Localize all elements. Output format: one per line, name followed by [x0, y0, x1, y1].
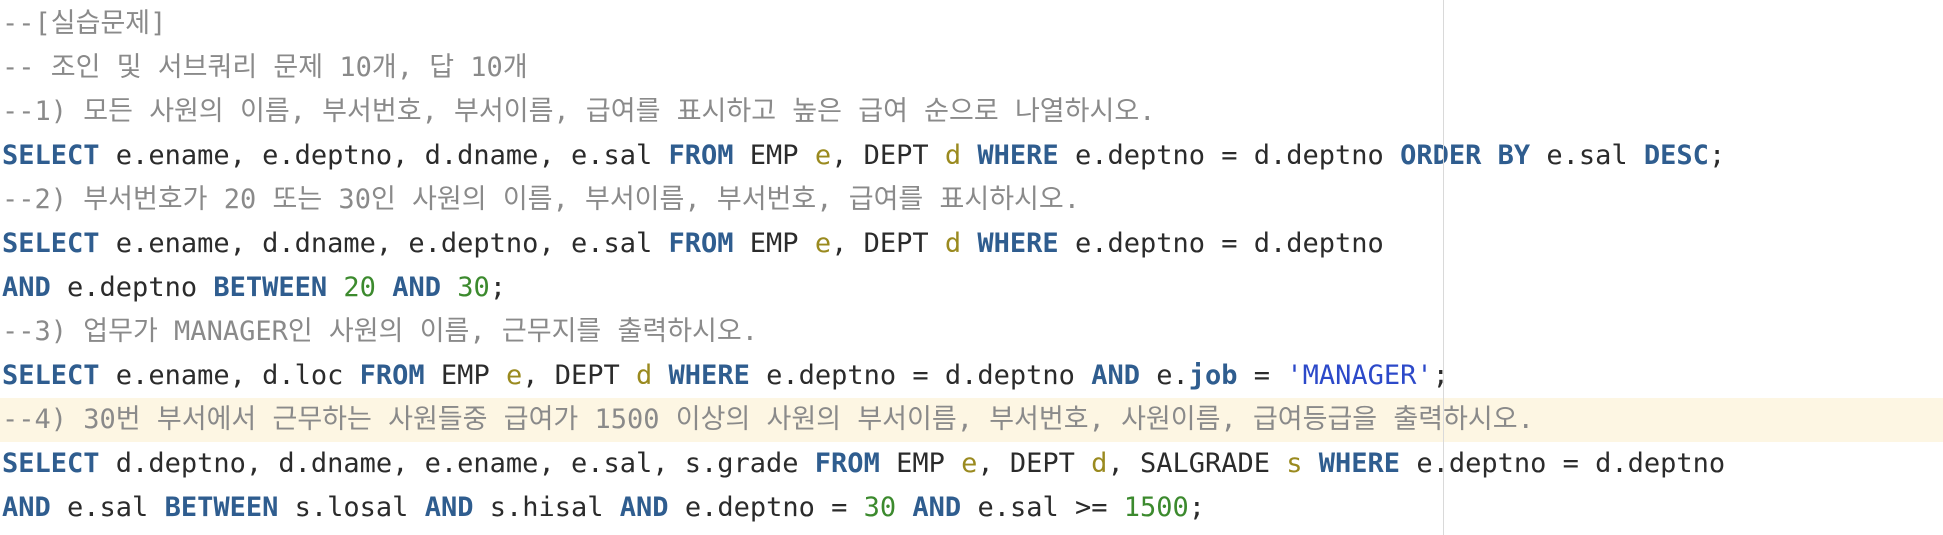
- code-text: e.ename, d.dname, e.deptno, e.sal: [99, 228, 669, 259]
- keyword: AND: [2, 492, 51, 523]
- keyword: AND: [619, 492, 669, 523]
- comment: --4) 30번 부서에서 근무하는 사원들중 급여가 1500 이상의 사원의…: [2, 404, 1534, 435]
- keyword: WHERE: [977, 228, 1059, 259]
- code-line[interactable]: --[실습문제]: [0, 2, 1943, 46]
- code-line[interactable]: AND e.deptno BETWEEN 20 AND 30;: [0, 266, 1943, 310]
- code-line[interactable]: SELECT d.deptno, d.dname, e.ename, e.sal…: [0, 442, 1943, 486]
- number-literal: 30: [457, 272, 490, 303]
- keyword: AND: [912, 492, 962, 523]
- code-line[interactable]: --2) 부서번호가 20 또는 30인 사원의 이름, 부서이름, 부서번호,…: [0, 178, 1943, 222]
- string-literal: 'MANAGER': [1286, 360, 1433, 391]
- code-text: e.sal: [50, 492, 165, 523]
- print-margin-guide: [1443, 0, 1444, 535]
- keyword: WHERE: [1318, 448, 1401, 479]
- code-line[interactable]: SELECT e.ename, e.deptno, d.dname, e.sal…: [0, 134, 1943, 178]
- keyword: BETWEEN: [213, 272, 328, 303]
- table-alias: s: [1286, 448, 1303, 479]
- code-text: ;: [1188, 492, 1206, 523]
- keyword: ORDER BY: [1400, 140, 1531, 171]
- table-alias: d: [1091, 448, 1108, 479]
- code-text: , SALGRADE: [1107, 448, 1287, 479]
- code-text: , DEPT: [831, 140, 945, 171]
- code-text: e.ename, d.loc: [99, 360, 360, 391]
- code-line[interactable]: -- 조인 및 서브쿼리 문제 10개, 답 10개: [0, 46, 1943, 90]
- sql-editor[interactable]: --[실습문제] -- 조인 및 서브쿼리 문제 10개, 답 10개 --1) 모…: [0, 0, 1943, 535]
- current-code-line[interactable]: --4) 30번 부서에서 근무하는 사원들중 급여가 1500 이상의 사원의…: [0, 398, 1943, 442]
- number-literal: 1500: [1123, 492, 1189, 523]
- number-literal: 30: [863, 492, 897, 523]
- code-text: e.deptno = d.deptno: [749, 360, 1092, 391]
- code-text: EMP: [424, 360, 506, 391]
- keyword: FROM: [668, 228, 734, 259]
- keyword: FROM: [814, 448, 880, 479]
- code-line[interactable]: --3) 업무가 MANAGER인 사원의 이름, 근무지를 출력하시오.: [0, 310, 1943, 354]
- table-alias: d: [944, 140, 962, 171]
- code-text: =: [1237, 360, 1287, 391]
- comment: --1) 모든 사원의 이름, 부서번호, 부서이름, 급여를 표시하고 높은 …: [2, 96, 1156, 127]
- code-text: ;: [1432, 360, 1449, 391]
- code-text: , DEPT: [977, 448, 1092, 479]
- code-text: ;: [1708, 140, 1726, 171]
- keyword: WHERE: [668, 360, 750, 391]
- code-text: e.deptno = d.deptno: [1058, 140, 1401, 171]
- comment: -- 조인 및 서브쿼리 문제 10개, 답 10개: [2, 52, 528, 83]
- keyword: AND: [2, 272, 51, 303]
- keyword: DESC: [1643, 140, 1709, 171]
- keyword: BETWEEN: [164, 492, 279, 523]
- code-text: e.: [1139, 360, 1189, 391]
- comment: --[실습문제]: [2, 8, 167, 39]
- keyword: job: [1188, 360, 1238, 391]
- keyword: WHERE: [977, 140, 1059, 171]
- table-alias: e: [961, 448, 978, 479]
- table-alias: d: [944, 228, 962, 259]
- table-alias: d: [636, 360, 653, 391]
- code-text: EMP: [733, 228, 815, 259]
- comment: --3) 업무가 MANAGER인 사원의 이름, 근무지를 출력하시오.: [2, 316, 758, 347]
- keyword: SELECT: [2, 360, 100, 391]
- code-text: EMP: [733, 140, 815, 171]
- code-text: EMP: [879, 448, 962, 479]
- code-text: d.deptno, d.dname, e.ename, e.sal, s.gra…: [99, 448, 815, 479]
- code-line[interactable]: AND e.sal BETWEEN s.losal AND s.hisal AN…: [0, 486, 1943, 530]
- table-alias: e: [814, 228, 832, 259]
- keyword: SELECT: [2, 448, 100, 479]
- keyword: SELECT: [2, 228, 100, 259]
- keyword: FROM: [668, 140, 734, 171]
- code-text: e.deptno = d.deptno: [1058, 228, 1384, 259]
- code-text: s.losal: [278, 492, 425, 523]
- keyword: AND: [424, 492, 474, 523]
- code-text: e.deptno: [50, 272, 214, 303]
- keyword: SELECT: [2, 140, 100, 171]
- code-text: e.deptno = d.deptno: [1400, 448, 1726, 479]
- code-text: s.hisal: [473, 492, 620, 523]
- code-text: e.sal: [1530, 140, 1644, 171]
- table-alias: e: [814, 140, 832, 171]
- code-text: e.sal >=: [961, 492, 1124, 523]
- code-line[interactable]: SELECT e.ename, d.dname, e.deptno, e.sal…: [0, 222, 1943, 266]
- keyword: FROM: [359, 360, 425, 391]
- code-text: , DEPT: [522, 360, 637, 391]
- code-line[interactable]: SELECT e.ename, d.loc FROM EMP e, DEPT d…: [0, 354, 1943, 398]
- number-literal: 20: [343, 272, 376, 303]
- code-line[interactable]: --1) 모든 사원의 이름, 부서번호, 부서이름, 급여를 표시하고 높은 …: [0, 90, 1943, 134]
- keyword: AND: [1091, 360, 1140, 391]
- code-text: e.ename, e.deptno, d.dname, e.sal: [99, 140, 669, 171]
- code-text: ;: [489, 272, 507, 303]
- table-alias: e: [505, 360, 523, 391]
- keyword: AND: [392, 272, 441, 303]
- comment: --2) 부서번호가 20 또는 30인 사원의 이름, 부서이름, 부서번호,…: [2, 184, 1080, 215]
- code-text: e.deptno =: [668, 492, 864, 523]
- code-text: , DEPT: [831, 228, 945, 259]
